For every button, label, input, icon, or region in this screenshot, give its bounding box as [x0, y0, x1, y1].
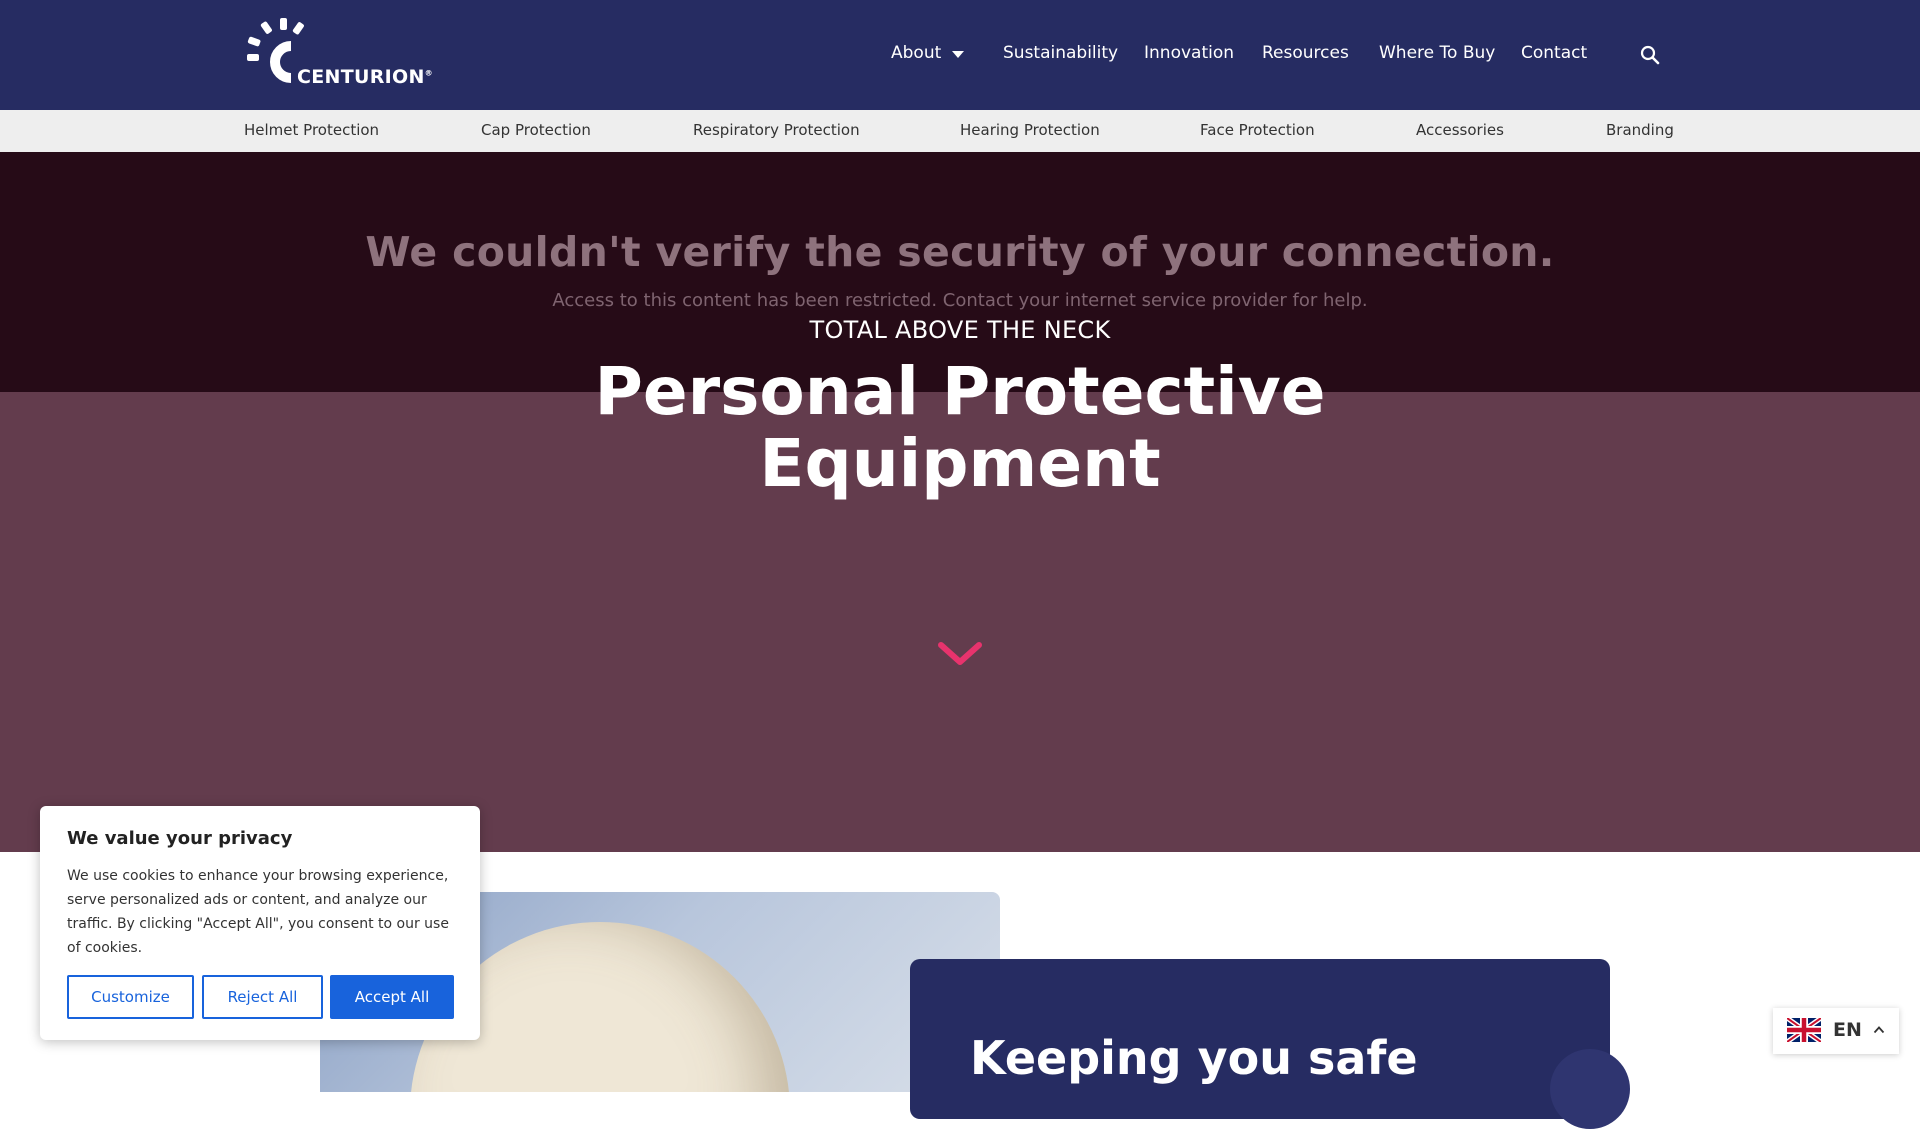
connection-error-title: We couldn't verify the security of your …	[365, 228, 1555, 276]
subnav-helmet-protection[interactable]: Helmet Protection	[244, 121, 379, 139]
hero-title-line-1: Personal Protective	[594, 353, 1326, 430]
main-nav: About Sustainability Innovation Resource…	[0, 0, 1920, 110]
caret-down-icon[interactable]	[952, 51, 964, 58]
subnav-accessories[interactable]: Accessories	[1416, 121, 1504, 139]
subnav-face-protection[interactable]: Face Protection	[1200, 121, 1315, 139]
cookie-body: We use cookies to enhance your browsing …	[67, 868, 449, 956]
chevron-down-icon[interactable]	[937, 640, 983, 668]
hero-title: Personal Protective Equipment	[0, 356, 1920, 500]
cookie-consent-panel: We value your privacy We use cookies to …	[40, 806, 480, 1040]
chevron-up-icon	[1873, 1026, 1885, 1034]
card-title: Keeping you safe	[970, 1031, 1418, 1085]
hero-title-line-2: Equipment	[759, 425, 1161, 502]
customize-button[interactable]: Customize	[67, 975, 194, 1019]
accept-all-button[interactable]: Accept All	[330, 975, 454, 1019]
subnav-branding[interactable]: Branding	[1606, 121, 1674, 139]
search-icon[interactable]	[1639, 44, 1661, 66]
hero-section: We couldn't verify the security of your …	[0, 152, 1920, 852]
site-header: CENTURION® About Sustainability Innovati…	[0, 0, 1920, 110]
nav-contact[interactable]: Contact	[1521, 43, 1587, 63]
nav-about[interactable]: About	[891, 43, 941, 63]
subnav-respiratory-protection[interactable]: Respiratory Protection	[693, 121, 860, 139]
reject-all-button[interactable]: Reject All	[202, 975, 323, 1019]
nav-innovation[interactable]: Innovation	[1144, 43, 1234, 63]
language-code: EN	[1833, 1019, 1862, 1041]
cookie-title: We value your privacy	[67, 828, 293, 849]
uk-flag-icon	[1787, 1018, 1821, 1042]
nav-where-to-buy[interactable]: Where To Buy	[1379, 43, 1495, 63]
product-subnav: Helmet Protection Cap Protection Respira…	[0, 110, 1920, 153]
decorative-shape	[1550, 1049, 1630, 1129]
subnav-hearing-protection[interactable]: Hearing Protection	[960, 121, 1100, 139]
nav-resources[interactable]: Resources	[1262, 43, 1349, 63]
keeping-safe-card: Keeping you safe	[910, 959, 1630, 1129]
connection-error-subtitle: Access to this content has been restrict…	[552, 290, 1368, 311]
language-switcher[interactable]: EN	[1773, 1008, 1899, 1054]
hero-kicker: TOTAL ABOVE THE NECK	[809, 316, 1111, 344]
nav-sustainability[interactable]: Sustainability	[1003, 43, 1118, 63]
subnav-cap-protection[interactable]: Cap Protection	[481, 121, 591, 139]
